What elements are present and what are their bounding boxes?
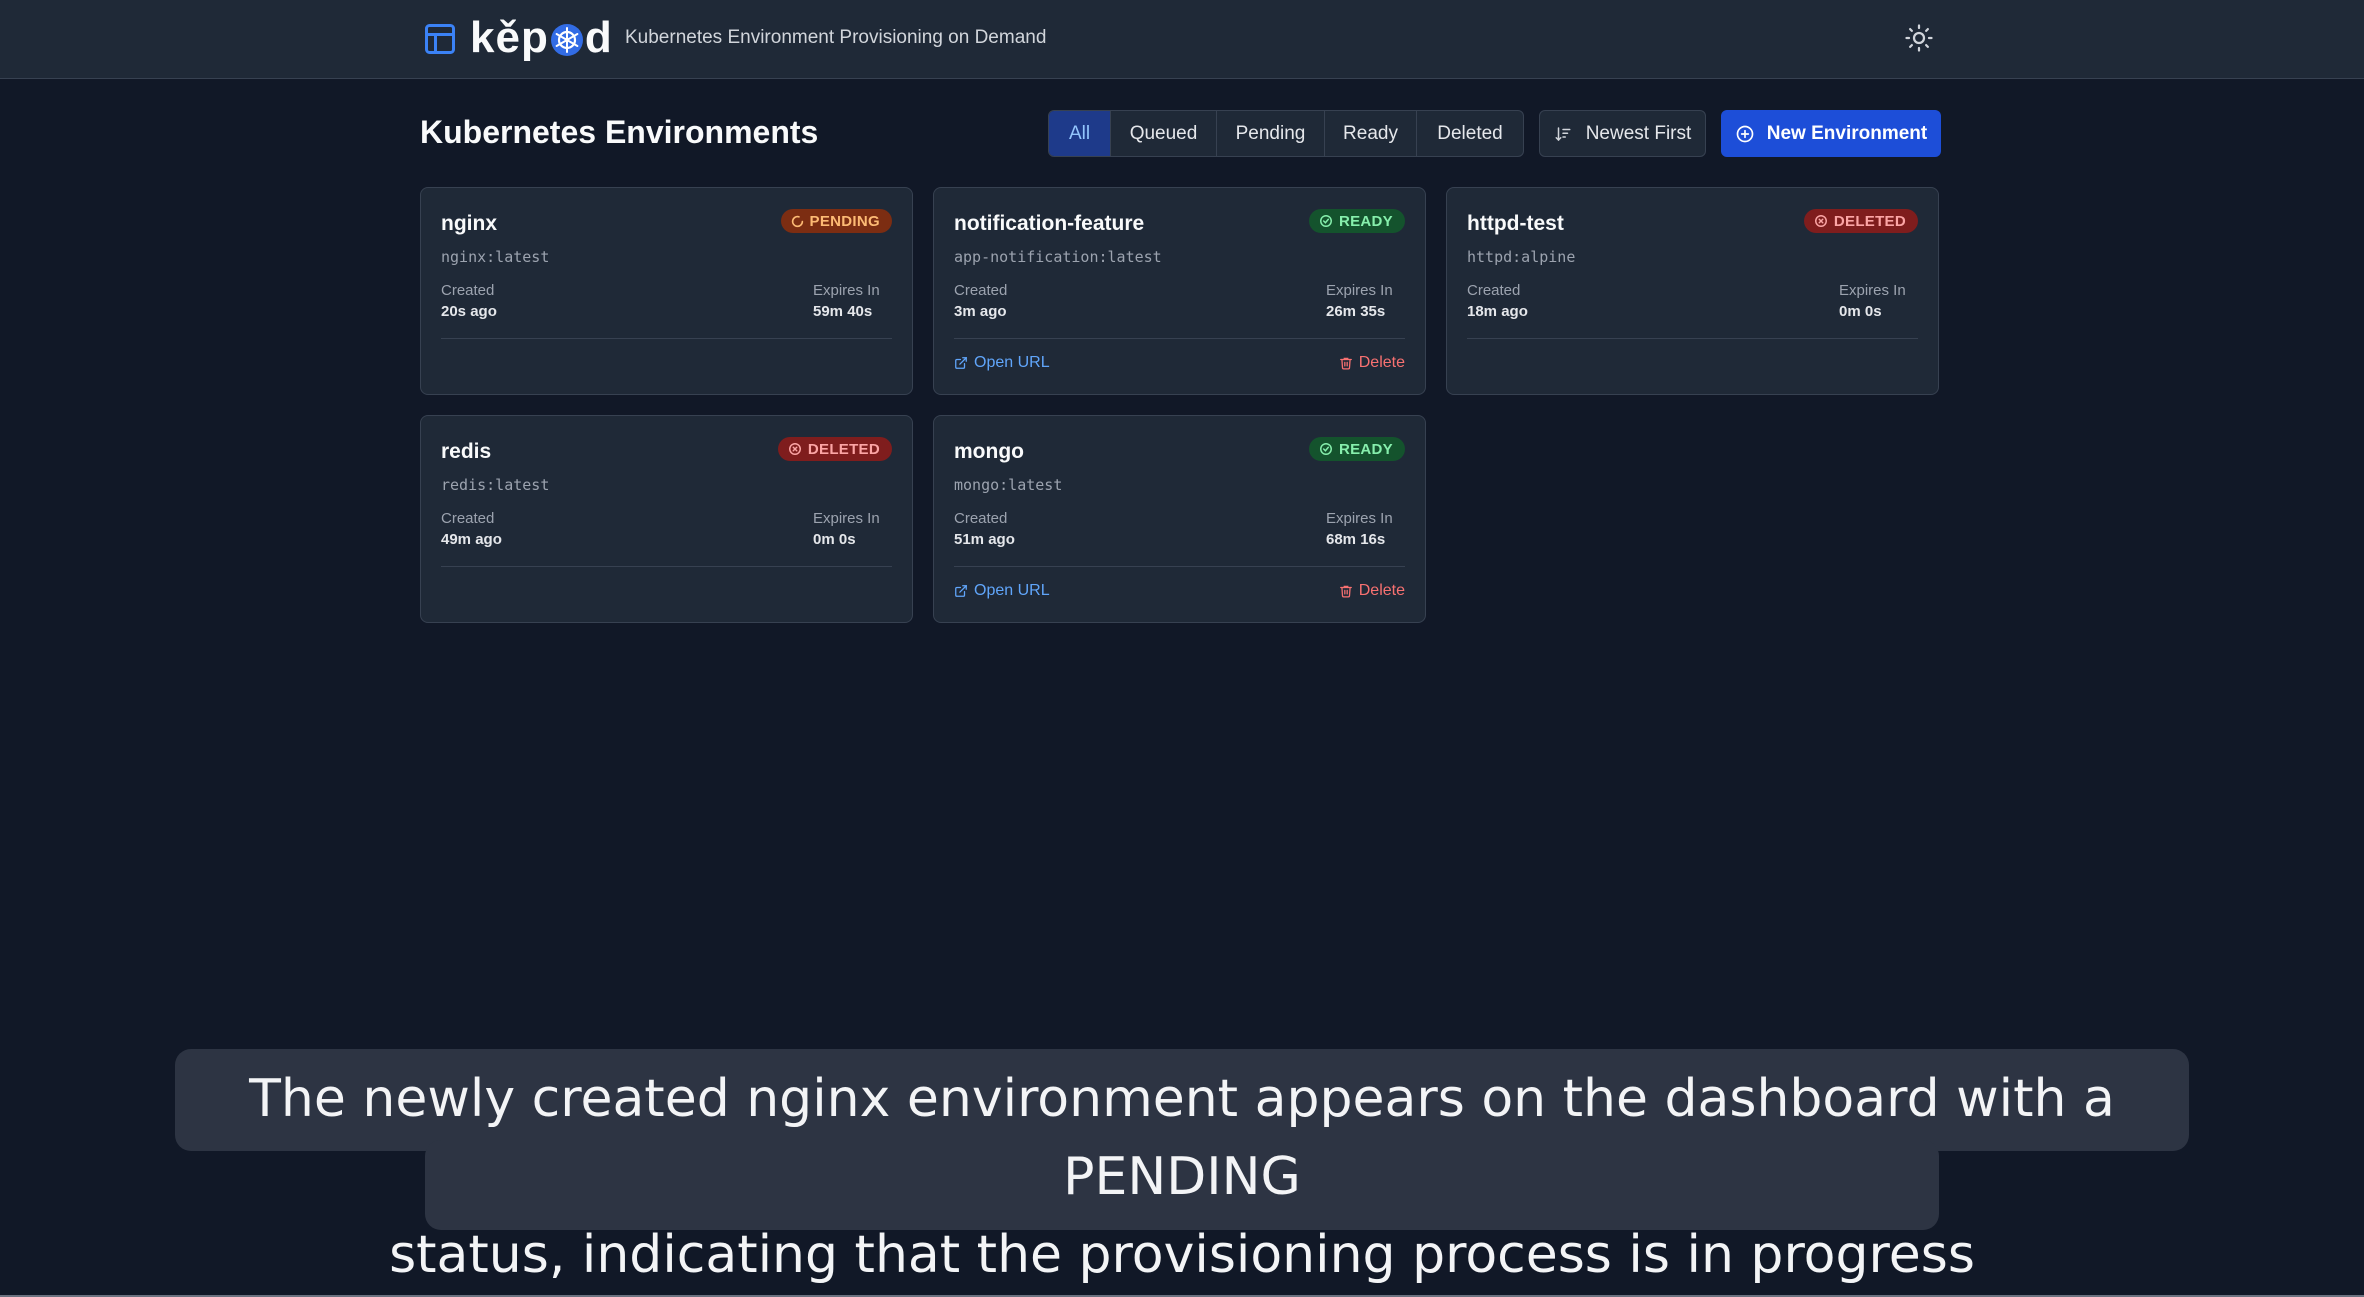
status-badge-label: READY [1338, 440, 1393, 458]
status-badge-label: DELETED [807, 440, 880, 458]
video-caption: The newly created nginx environment appe… [175, 1060, 2189, 1294]
sort-descending-icon [1555, 126, 1571, 141]
status-badge-ready: READY [1308, 437, 1405, 461]
created-value: 20s ago [441, 303, 497, 320]
status-badge-label: PENDING [809, 212, 880, 230]
status-badge-pending: PENDING [780, 209, 892, 233]
status-badge-label: DELETED [1833, 212, 1906, 230]
environment-name: notification-feature [954, 212, 1145, 235]
app-tagline: Kubernetes Environment Provisioning on D… [625, 27, 1047, 48]
check-circle-icon [1320, 443, 1332, 455]
caption-line-2: status, indicating that the provisioning… [389, 1225, 1975, 1285]
logo-text-prefix: kěp [470, 13, 549, 62]
environment-name: httpd-test [1467, 212, 1564, 235]
created-label: Created [954, 282, 1008, 299]
delete-button[interactable]: Delete [1339, 354, 1405, 372]
card-divider [441, 566, 892, 567]
filter-ready-button[interactable]: Ready [1325, 111, 1417, 156]
created-label: Created [441, 282, 495, 299]
card-divider [441, 338, 892, 339]
filter-deleted-button[interactable]: Deleted [1417, 111, 1523, 156]
theme-toggle-sun-icon[interactable] [1904, 23, 1934, 53]
expires-label: Expires In [813, 282, 880, 299]
kubernetes-wheel-icon [550, 24, 583, 56]
delete-label: Delete [1358, 354, 1405, 371]
expires-label: Expires In [1326, 282, 1393, 299]
status-badge-label: READY [1338, 212, 1393, 230]
expires-label: Expires In [813, 510, 880, 527]
new-environment-button[interactable]: New Environment [1721, 110, 1941, 157]
new-environment-label: New Environment [1766, 122, 1928, 144]
expires-value: 59m 40s [813, 303, 873, 320]
created-value: 49m ago [441, 531, 502, 548]
status-badge-deleted: DELETED [1803, 209, 1918, 233]
expires-value: 68m 16s [1326, 531, 1386, 548]
environment-image: redis:latest [441, 476, 550, 494]
card-divider [954, 338, 1405, 339]
environment-card-httpd-test: httpd-test DELETED httpd:alpine Created … [1446, 187, 1939, 395]
trash-icon [1339, 357, 1352, 370]
delete-label: Delete [1358, 582, 1405, 599]
created-value: 51m ago [954, 531, 1015, 548]
created-label: Created [954, 510, 1008, 527]
logo-text-suffix: d [584, 13, 613, 62]
external-link-icon [955, 357, 967, 369]
app-logo[interactable]: kěp d [470, 12, 613, 64]
environment-name: mongo [954, 440, 1024, 463]
environment-card-redis: redis DELETED redis:latest Created 49m a… [420, 415, 913, 623]
status-badge-deleted: DELETED [777, 437, 892, 461]
created-label: Created [441, 510, 495, 527]
created-label: Created [1467, 282, 1521, 299]
sort-button-label: Newest First [1585, 122, 1692, 144]
environment-card-notification-feature: notification-feature READY app-notificat… [933, 187, 1426, 395]
environment-card-mongo: mongo READY mongo:latest Created 51m ago… [933, 415, 1426, 623]
x-circle-icon [788, 443, 801, 455]
trash-icon [1339, 585, 1352, 598]
status-filter-group: All Queued Pending Ready Deleted [1048, 110, 1524, 157]
open-url-link[interactable]: Open URL [954, 582, 1050, 600]
created-value: 3m ago [954, 303, 1007, 320]
filter-queued-button[interactable]: Queued [1111, 111, 1217, 156]
filter-all-button[interactable]: All [1049, 111, 1111, 156]
plus-circle-icon [1736, 125, 1754, 142]
filter-pending-button[interactable]: Pending [1217, 111, 1325, 156]
card-divider [1467, 338, 1918, 339]
expires-value: 0m 0s [1839, 303, 1882, 320]
environment-card-nginx: nginx PENDING nginx:latest Created 20s a… [420, 187, 913, 395]
open-url-link[interactable]: Open URL [954, 354, 1050, 372]
top-bar: kěp d Kubernetes Environment Provisionin… [0, 0, 2364, 79]
x-circle-icon [1814, 215, 1827, 227]
expires-label: Expires In [1839, 282, 1906, 299]
caption-line-1: The newly created nginx environment appe… [249, 1069, 2115, 1207]
expires-label: Expires In [1326, 510, 1393, 527]
expires-value: 26m 35s [1326, 303, 1386, 320]
environment-image: mongo:latest [954, 476, 1063, 494]
layout-icon [425, 24, 455, 54]
page-title: Kubernetes Environments [420, 114, 819, 150]
sort-button[interactable]: Newest First [1539, 110, 1706, 157]
expires-value: 0m 0s [813, 531, 856, 548]
card-divider [954, 566, 1405, 567]
delete-button[interactable]: Delete [1339, 582, 1405, 600]
status-badge-ready: READY [1308, 209, 1405, 233]
check-circle-icon [1320, 215, 1332, 227]
environment-image: httpd:alpine [1467, 248, 1576, 266]
open-url-label: Open URL [974, 582, 1050, 599]
environment-image: app-notification:latest [954, 248, 1162, 266]
environment-name: nginx [441, 212, 497, 235]
open-url-label: Open URL [974, 354, 1050, 371]
external-link-icon [955, 585, 967, 597]
environment-image: nginx:latest [441, 248, 550, 266]
spinner-icon [791, 215, 803, 227]
environment-name: redis [441, 440, 492, 463]
created-value: 18m ago [1467, 303, 1528, 320]
